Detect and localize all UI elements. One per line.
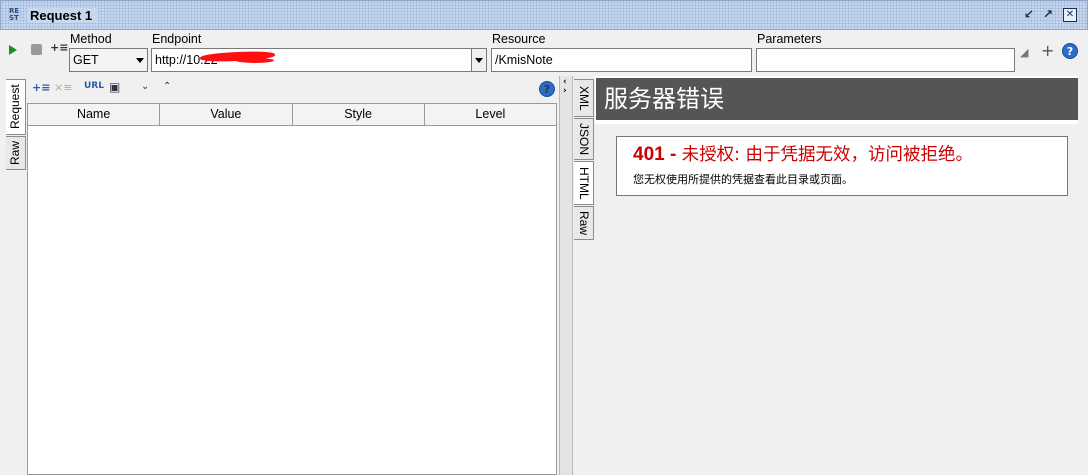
response-panel: 服务器错误 401 - 未授权: 由于凭据无效，访问被拒绝。 您无权使用所提供的…	[595, 76, 1088, 475]
rest-icon: RE ST	[9, 7, 20, 22]
request-panel: +≡ ×≡ URL ▣ ⌄ ⌃ ? Name Value Style Level	[27, 76, 559, 475]
column-style[interactable]: Style	[293, 104, 425, 125]
endpoint-input[interactable]: http://10.22	[151, 48, 471, 72]
add-endpoint-icon[interactable]: +≡	[50, 41, 68, 54]
column-name[interactable]: Name	[28, 104, 161, 125]
help-icon[interactable]: ?	[1062, 43, 1078, 59]
collapse-left-icon[interactable]: ‹	[563, 78, 567, 87]
detach-icon[interactable]: ↙	[1022, 8, 1036, 22]
url-template-icon[interactable]: URL	[84, 81, 104, 91]
endpoint-label: Endpoint	[152, 32, 202, 46]
endpoint-dropdown-button[interactable]	[471, 48, 487, 72]
move-down-icon[interactable]: ⌄	[141, 81, 149, 92]
response-scrollbar[interactable]	[1078, 76, 1088, 475]
error-message: 您无权使用所提供的凭据查看此目录或页面。	[633, 173, 853, 186]
close-icon[interactable]: ✕	[1063, 8, 1077, 22]
resource-label: Resource	[492, 32, 546, 46]
error-page-header: 服务器错误	[596, 78, 1078, 120]
column-level[interactable]: Level	[425, 104, 556, 125]
parameters-input[interactable]	[756, 48, 1015, 72]
move-up-icon[interactable]: ⌃	[163, 81, 171, 92]
sort-icon[interactable]: ▣	[109, 80, 120, 94]
chevron-down-icon	[136, 58, 144, 63]
error-box: 401 - 未授权: 由于凭据无效，访问被拒绝。 您无权使用所提供的凭据查看此目…	[616, 136, 1068, 196]
response-tabs: XML JSON HTML Raw	[573, 76, 595, 475]
tab-json[interactable]: JSON	[574, 118, 594, 160]
params-toolbar: +≡ ×≡ URL ▣ ⌄ ⌃ ?	[27, 76, 559, 103]
params-table: Name Value Style Level	[27, 103, 557, 475]
request-tabs: Request Raw	[0, 76, 27, 475]
add-param-icon[interactable]: +≡	[32, 81, 50, 94]
tab-request[interactable]: Request	[6, 79, 26, 135]
chevron-down-icon	[475, 58, 483, 63]
request-toolbar: +≡ Method GET Endpoint http://10.22 Reso…	[0, 30, 1088, 74]
cancel-request-icon[interactable]	[31, 44, 42, 55]
method-value: GET	[73, 53, 99, 67]
html-view: 服务器错误 401 - 未授权: 由于凭据无效，访问被拒绝。 您无权使用所提供的…	[595, 76, 1078, 475]
method-select[interactable]: GET	[69, 48, 148, 72]
resource-value: /KmisNote	[495, 53, 553, 67]
tab-raw-response[interactable]: Raw	[574, 206, 594, 240]
resource-input[interactable]: /KmisNote	[491, 48, 752, 72]
error-title: 401 - 未授权: 由于凭据无效，访问被拒绝。	[633, 141, 973, 166]
panel-splitter[interactable]: ‹ ›	[559, 76, 573, 475]
window-title: Request 1	[27, 8, 99, 23]
params-help-icon[interactable]: ?	[539, 81, 555, 97]
remove-param-icon[interactable]: ×≡	[54, 81, 72, 94]
params-table-header: Name Value Style Level	[28, 104, 556, 126]
collapse-right-icon[interactable]: ›	[563, 87, 567, 96]
tab-xml[interactable]: XML	[574, 79, 594, 117]
submit-request-icon[interactable]	[9, 45, 17, 55]
error-page-content: 401 - 未授权: 由于凭据无效，访问被拒绝。 您无权使用所提供的凭据查看此目…	[595, 124, 1078, 475]
redaction-mark	[236, 58, 274, 63]
tab-raw-request[interactable]: Raw	[6, 136, 26, 170]
maximize-icon[interactable]: ↗	[1041, 8, 1055, 22]
column-value[interactable]: Value	[160, 104, 293, 125]
add-parameter-icon[interactable]: +	[1041, 41, 1054, 60]
parameters-edit-icon[interactable]: ◢	[1020, 46, 1028, 59]
error-title-text: 未授权: 由于凭据无效，访问被拒绝。	[681, 145, 974, 165]
method-label: Method	[70, 32, 112, 46]
tab-html[interactable]: HTML	[574, 161, 594, 205]
window-title-bar: RE ST Request 1 ↙ ↗ ✕	[0, 0, 1088, 30]
error-code: 401 -	[633, 144, 682, 165]
parameters-label: Parameters	[757, 32, 822, 46]
